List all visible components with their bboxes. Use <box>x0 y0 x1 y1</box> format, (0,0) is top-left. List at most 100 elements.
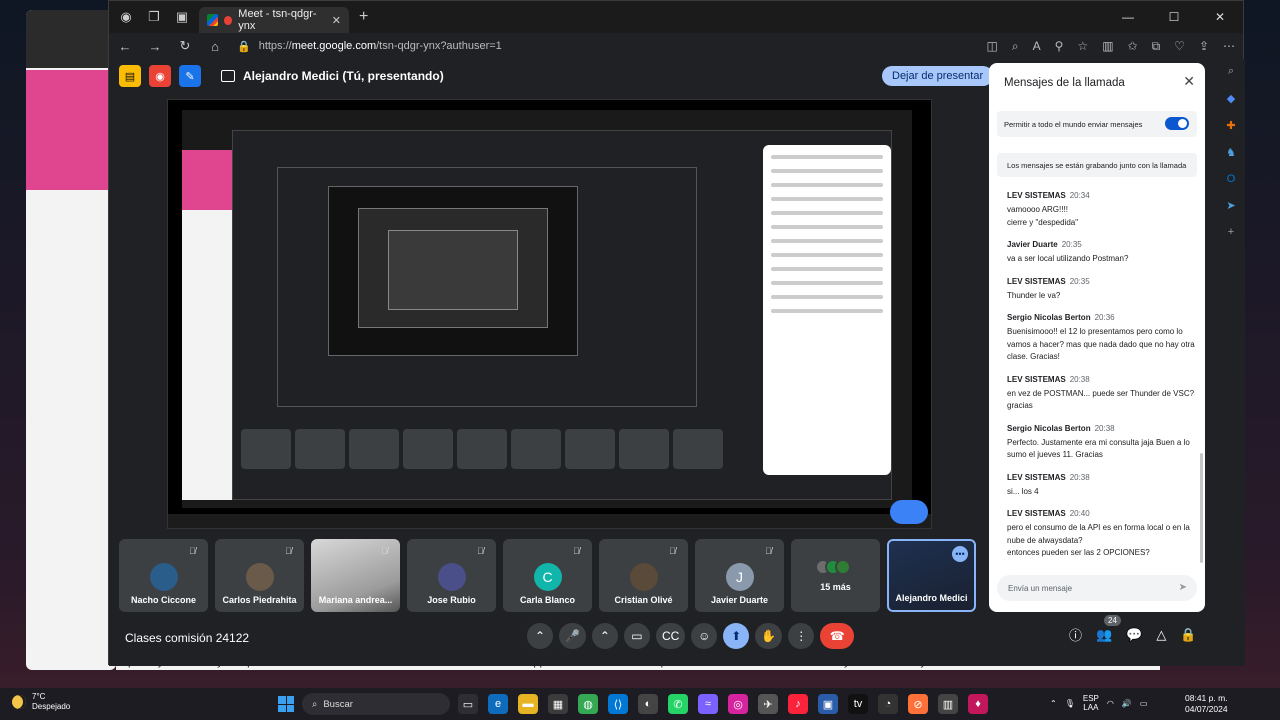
task-view-icon[interactable]: ▭ <box>458 694 478 714</box>
participant-tile[interactable]: 🎙̸ J Javier Duarte <box>695 539 784 612</box>
captions-icon[interactable]: CC <box>655 623 686 649</box>
read-aloud-icon[interactable]: A <box>1033 39 1041 54</box>
mic-tray-icon[interactable]: 🎙 <box>1065 699 1075 708</box>
maximize-icon[interactable]: ☐ <box>1151 10 1197 24</box>
message-time: 20:38 <box>1069 374 1090 384</box>
activities-icon[interactable]: △ <box>1156 627 1166 643</box>
close-icon[interactable]: ✕ <box>1183 73 1195 90</box>
volume-icon[interactable]: 🔊 <box>1122 699 1132 708</box>
vscode-icon[interactable]: ⟨⟩ <box>608 694 628 714</box>
send-telegram-icon[interactable]: ➤ <box>1226 199 1235 212</box>
wifi-icon[interactable]: ◠ <box>1107 699 1114 708</box>
participant-tile[interactable]: 🎙̸ Cristian Olivé <box>599 539 688 612</box>
camera-icon[interactable]: ▭ <box>623 623 650 649</box>
mic-off-icon: 🎙̸ <box>765 546 772 556</box>
tile-options-icon[interactable]: ••• <box>952 546 968 562</box>
stop-presenting-button[interactable]: Dejar de presentar <box>882 66 994 86</box>
chat-scrollbar[interactable] <box>1200 453 1203 563</box>
github-icon[interactable]: ◐ <box>638 694 658 714</box>
search-icon[interactable]: ⌕ <box>1228 65 1234 78</box>
weather-widget[interactable]: 7°C Despejado <box>12 692 70 712</box>
workspaces-icon[interactable]: ❐ <box>143 6 165 28</box>
collections-icon[interactable]: ⧉ <box>1152 39 1161 54</box>
battery-icon[interactable]: ▭ <box>1140 699 1148 708</box>
browser-essentials-icon[interactable]: ♡ <box>1174 39 1185 54</box>
people-icon[interactable]: 👥 <box>1096 627 1112 643</box>
store-icon[interactable]: ▦ <box>548 694 568 714</box>
settings-more-icon[interactable]: ⋯ <box>1223 39 1235 54</box>
photos-icon[interactable]: ▣ <box>818 694 838 714</box>
taskbar-search[interactable]: ⌕ Buscar <box>302 693 450 715</box>
instagram-icon[interactable]: ◎ <box>728 694 748 714</box>
edge-icon[interactable]: e <box>488 694 508 714</box>
notes-icon[interactable]: ▤ <box>119 65 141 87</box>
outlook-icon[interactable]: O <box>1227 173 1236 185</box>
chat-icon[interactable]: 💬 <box>1126 627 1142 643</box>
music-icon[interactable]: ♪ <box>788 694 808 714</box>
send-icon[interactable]: ➤ <box>1179 582 1187 593</box>
tab-meet[interactable]: Meet - tsn-qdgr-ynx ✕ <box>199 7 349 33</box>
apple-tv-icon[interactable]: tv <box>848 694 868 714</box>
video-options-icon[interactable]: ⌃ <box>591 623 618 649</box>
speed-icon[interactable]: ◔ <box>878 694 898 714</box>
message-author: Javier Duarte <box>1007 240 1058 249</box>
add-sidebar-app-icon[interactable]: + <box>1228 226 1234 238</box>
emoji-reactions-icon[interactable]: ☺ <box>691 623 718 649</box>
zoom-icon[interactable]: ⌕ <box>1012 39 1019 54</box>
record-icon[interactable]: ◉ <box>149 65 171 87</box>
chat-message-input[interactable]: Envía un mensaje ➤ <box>997 575 1197 601</box>
favorite-star-icon[interactable]: ☆ <box>1077 39 1088 54</box>
postman-icon[interactable]: ⊘ <box>908 694 928 714</box>
url-field[interactable]: 🔒 https://meet.google.com/tsn-qdgr-ynx?a… <box>237 40 837 53</box>
reload-icon[interactable]: ↻ <box>177 38 193 54</box>
background-window <box>26 10 116 670</box>
tray-overflow-icon[interactable]: ⌃ <box>1050 699 1057 708</box>
mic-icon[interactable]: 🎤 <box>559 623 586 649</box>
copilot-tag-icon[interactable]: ◆ <box>1227 92 1235 105</box>
extensions-icon[interactable]: ⚲ <box>1055 39 1064 54</box>
window-icon[interactable]: ▥ <box>938 694 958 714</box>
home-icon[interactable]: ⌂ <box>207 39 223 54</box>
whiteboard-icon[interactable]: ✎ <box>179 65 201 87</box>
taskbar-clock[interactable]: 08:41 p. m. 04/07/2024 <box>1185 693 1228 715</box>
tab-actions-icon[interactable]: ▣ <box>171 6 193 28</box>
host-controls-icon[interactable]: 🔒 <box>1180 627 1196 643</box>
present-now-icon[interactable]: ⬆ <box>723 623 750 649</box>
url-host: meet.google.com <box>291 40 377 52</box>
favorites-icon[interactable]: ✩ <box>1128 39 1138 54</box>
raise-hand-icon[interactable]: ✋ <box>755 623 783 649</box>
back-icon[interactable]: ← <box>117 39 133 54</box>
games-icon[interactable]: ♞ <box>1226 146 1236 159</box>
chrome-icon[interactable]: ◍ <box>578 694 598 714</box>
participant-tile[interactable]: 🎙̸ Nacho Ciccone <box>119 539 208 612</box>
participant-tile[interactable]: 🎙̸ Mariana andrea... <box>311 539 400 612</box>
forward-icon[interactable]: → <box>147 39 163 54</box>
new-tab-icon[interactable]: + <box>359 8 368 26</box>
app-icon[interactable]: ✈ <box>758 694 778 714</box>
permission-toggle[interactable] <box>1165 117 1189 130</box>
close-window-icon[interactable]: ✕ <box>1197 10 1243 24</box>
app2-icon[interactable]: ♦ <box>968 694 988 714</box>
split-screen-icon[interactable]: ▥ <box>1102 39 1113 54</box>
participant-tile[interactable]: 🎙̸ Jose Rubio <box>407 539 496 612</box>
participant-tile[interactable]: 🎙̸ Carlos Piedrahita <box>215 539 304 612</box>
participant-tile[interactable]: 🎙̸ C Carla Blanco <box>503 539 592 612</box>
meeting-details-icon[interactable]: ⓘ <box>1069 625 1082 644</box>
close-tab-icon[interactable]: ✕ <box>332 14 341 27</box>
more-participants-tile[interactable]: 15 más <box>791 539 880 612</box>
leave-call-button[interactable]: ☎ <box>820 623 855 649</box>
file-explorer-icon[interactable]: ▬ <box>518 694 538 714</box>
share-icon[interactable]: ⇪ <box>1199 39 1209 54</box>
language-indicator[interactable]: ESP LAA <box>1083 694 1099 712</box>
tools-icon[interactable]: ✚ <box>1226 119 1235 132</box>
whatsapp-icon[interactable]: ✆ <box>668 694 688 714</box>
messenger-icon[interactable]: ≈ <box>698 694 718 714</box>
camera-indicator-icon[interactable]: ◫ <box>987 39 998 54</box>
minimize-icon[interactable]: — <box>1105 10 1151 24</box>
meet-favicon-icon <box>207 14 219 26</box>
windows-start-icon[interactable] <box>278 696 294 712</box>
self-view-tile[interactable]: ••• Alejandro Medici <box>887 539 976 612</box>
audio-options-icon[interactable]: ⌃ <box>527 623 553 649</box>
profile-icon[interactable]: ◉ <box>115 6 137 28</box>
more-options-icon[interactable]: ⋮ <box>788 623 815 649</box>
